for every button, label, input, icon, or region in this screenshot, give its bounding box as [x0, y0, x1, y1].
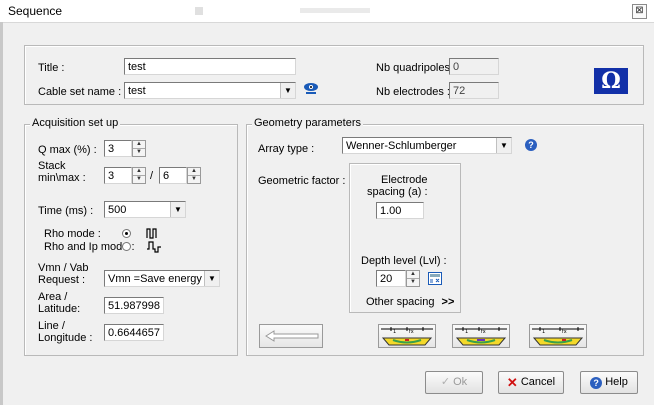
window-titlebar: Sequence ⊠: [0, 0, 654, 23]
title-label: Title :: [38, 62, 65, 74]
cancel-button[interactable]: ✕ Cancel: [498, 371, 564, 394]
qmax-input[interactable]: 3: [104, 140, 132, 157]
help-button[interactable]: ? Help: [580, 371, 638, 394]
nb-quadripoles-label: Nb quadripoles :: [376, 62, 457, 74]
nb-electrodes-field: 72: [449, 82, 499, 99]
svg-text:1: 1: [542, 329, 545, 335]
array-preview-button-3[interactable]: 1 fx: [529, 324, 587, 348]
longitude-input[interactable]: 0.6644657: [104, 324, 164, 341]
stack-max-input[interactable]: 6: [159, 167, 187, 184]
svg-text:fx: fx: [562, 329, 567, 335]
chevron-down-icon[interactable]: ▼: [170, 202, 185, 217]
cancel-label: Cancel: [520, 376, 556, 388]
check-icon: ✓: [440, 376, 451, 388]
depth-level-label: Depth level (Lvl) :: [361, 255, 447, 267]
vmn-value: Vmn =Save energy: [108, 273, 202, 285]
geometric-factor-label: Geometric factor :: [258, 175, 346, 187]
titlebar-decoration: [300, 8, 370, 13]
array-preview-button-1[interactable]: 1 fx: [378, 324, 436, 348]
help-icon: ?: [590, 376, 603, 389]
other-spacing-label: Other spacing: [366, 296, 435, 308]
nb-electrodes-label: Nb electrodes :: [376, 86, 450, 98]
array-type-label: Array type :: [258, 143, 315, 155]
stack-max-spinner[interactable]: ▲ ▼: [187, 167, 201, 184]
vmn-select[interactable]: Vmn =Save energy ▼: [104, 270, 220, 287]
line-label-1: Line /: [38, 320, 65, 332]
cable-set-value: test: [128, 85, 146, 97]
chevron-down-icon[interactable]: ▼: [204, 271, 219, 286]
window-edge: [0, 22, 3, 405]
chevron-down-icon[interactable]: ▼: [496, 138, 511, 153]
slider-arrow-button[interactable]: [259, 324, 323, 348]
svg-text:fx: fx: [409, 329, 414, 335]
qmax-label: Q max (%) :: [38, 144, 97, 156]
close-button[interactable]: ⊠: [632, 4, 647, 19]
stack-label-1: Stack: [38, 160, 66, 172]
geometry-group-title: Geometry parameters: [252, 117, 363, 129]
time-label: Time (ms) :: [38, 205, 94, 217]
qmax-spinner[interactable]: ▲ ▼: [132, 140, 146, 157]
electrode-spacing-label-1: Electrode: [381, 174, 428, 186]
rho-ip-mode-radio[interactable]: [122, 242, 131, 251]
rho-mode-radio[interactable]: [122, 229, 131, 238]
array-help-icon[interactable]: ?: [525, 139, 537, 151]
titlebar-decoration: [195, 7, 203, 15]
close-icon: ✕: [506, 375, 518, 390]
vmn-label-1: Vmn / Vab: [38, 262, 89, 274]
eye-icon[interactable]: [303, 81, 319, 95]
depth-level-spinner[interactable]: ▲ ▼: [406, 270, 420, 287]
line-label-2: Longitude :: [38, 332, 93, 344]
vmn-label-2: Request :: [38, 274, 86, 286]
window-title: Sequence: [8, 4, 63, 18]
calculator-icon[interactable]: [428, 272, 442, 285]
time-value: 500: [108, 204, 127, 216]
svg-text:1: 1: [393, 329, 396, 335]
help-label: Help: [605, 376, 628, 388]
array-preview-button-2[interactable]: 1 fx: [452, 324, 510, 348]
ok-label: Ok: [453, 376, 468, 388]
title-input[interactable]: test: [124, 58, 296, 75]
nb-quadripoles-field: 0: [449, 58, 499, 75]
rho-mode-label: Rho mode :: [44, 228, 101, 240]
stack-label-2: min\max :: [38, 172, 86, 184]
ip-wave-icon: [146, 239, 162, 256]
latitude-input[interactable]: 51.987998: [104, 297, 164, 314]
cable-set-label: Cable set name :: [38, 86, 122, 98]
array-type-select[interactable]: Wenner-Schlumberger ▼: [342, 137, 512, 154]
chevron-down-icon[interactable]: ▼: [280, 83, 295, 98]
acquisition-group-title: Acquisition set up: [30, 117, 121, 129]
omega-logo: Ω: [594, 68, 628, 94]
stack-min-input[interactable]: 3: [104, 167, 132, 184]
array-type-value: Wenner-Schlumberger: [346, 140, 457, 152]
svg-text:1: 1: [465, 329, 468, 335]
depth-level-input[interactable]: 20: [376, 270, 406, 287]
stack-min-spinner[interactable]: ▲ ▼: [132, 167, 146, 184]
time-select[interactable]: 500 ▼: [104, 201, 186, 218]
ok-button[interactable]: ✓ Ok: [425, 371, 483, 394]
other-spacing-link[interactable]: Other spacing >>: [366, 296, 454, 308]
area-label-1: Area /: [38, 291, 68, 303]
svg-text:fx: fx: [481, 329, 486, 335]
cable-set-select[interactable]: test ▼: [124, 82, 296, 99]
electrode-spacing-input[interactable]: 1.00: [376, 202, 424, 219]
double-chevron-icon: >>: [441, 296, 455, 308]
electrode-spacing-label-2: spacing (a) :: [367, 186, 428, 198]
rho-ip-mode-label: Rho and Ip mode :: [44, 241, 135, 253]
area-label-2: Latitude:: [38, 303, 81, 315]
stack-separator: /: [150, 170, 154, 182]
